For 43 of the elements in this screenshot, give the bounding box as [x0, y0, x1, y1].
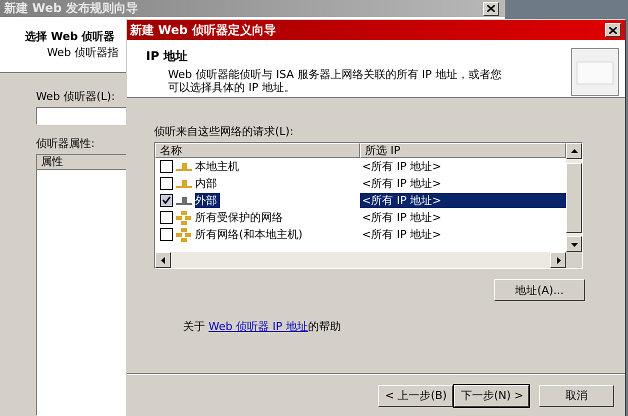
network-name[interactable]: 所有受保护的网络 — [195, 210, 286, 225]
column-header[interactable]: 所选 IP — [360, 143, 566, 158]
close-button[interactable] — [483, 2, 499, 16]
left-arrow-icon — [160, 256, 166, 264]
next-button[interactable]: 下一步(N) > — [454, 384, 529, 406]
network-name[interactable]: 所有网络(和本地主机) — [195, 227, 306, 242]
checkbox[interactable] — [160, 211, 173, 224]
help-text: 关于 Web 侦听器 IP 地址的帮助 — [183, 319, 341, 334]
network-name[interactable]: 内部 — [195, 176, 220, 191]
field-label: Web 侦听器(L): — [36, 89, 115, 104]
window-title: 新建 Web 侦听器定义向导 — [130, 22, 276, 38]
network-name[interactable]: 本地主机 — [195, 159, 242, 174]
back-button[interactable]: < 上一步(B) — [378, 384, 453, 406]
close-button[interactable] — [605, 23, 621, 37]
close-icon — [609, 26, 617, 34]
right-arrow-icon — [554, 256, 562, 264]
scrollbar-corner — [566, 252, 582, 268]
page-title: 选择 Web 侦听器 — [25, 29, 115, 44]
vertical-scrollbar[interactable] — [566, 143, 582, 252]
close-icon — [487, 5, 495, 12]
help-link[interactable]: Web 侦听器 IP 地址 — [208, 320, 308, 333]
cancel-button[interactable]: 取消 — [539, 384, 614, 406]
window-title: 新建 Web 发布规则向导 — [4, 0, 138, 17]
column-header[interactable]: 名称 — [155, 143, 360, 158]
network-name[interactable]: 外部 — [195, 193, 220, 208]
ip-cell-text: <所有 IP 地址> — [361, 227, 442, 242]
horizontal-scrollbar[interactable] — [155, 252, 566, 268]
list-label: 侦听来自这些网络的请求(L): — [154, 124, 294, 139]
checkbox[interactable] — [160, 160, 173, 173]
page-subtitle: Web 侦听器指 — [46, 45, 118, 60]
checkbox[interactable] — [160, 228, 173, 241]
page-title: IP 地址 — [146, 48, 188, 65]
ip-cell: <所有 IP 地址> — [360, 193, 566, 208]
up-arrow-icon — [570, 148, 578, 154]
checkbox[interactable] — [160, 177, 173, 190]
checkbox[interactable] — [160, 194, 173, 207]
page-description: Web 侦听器能侦听与 ISA 服务器上网络关联的所有 IP 地址，或者您可以选择具体的 IP 地址。 — [167, 68, 502, 94]
down-arrow-icon — [570, 240, 578, 248]
ip-cell-text: <所有 IP 地址> — [361, 176, 442, 191]
ip-cell-text: <所有 IP 地址> — [361, 159, 442, 174]
ip-cell-text: <所有 IP 地址> — [361, 210, 442, 225]
section-label: 侦听器属性: — [36, 136, 95, 151]
address-button[interactable]: 地址(A)... — [494, 279, 585, 301]
